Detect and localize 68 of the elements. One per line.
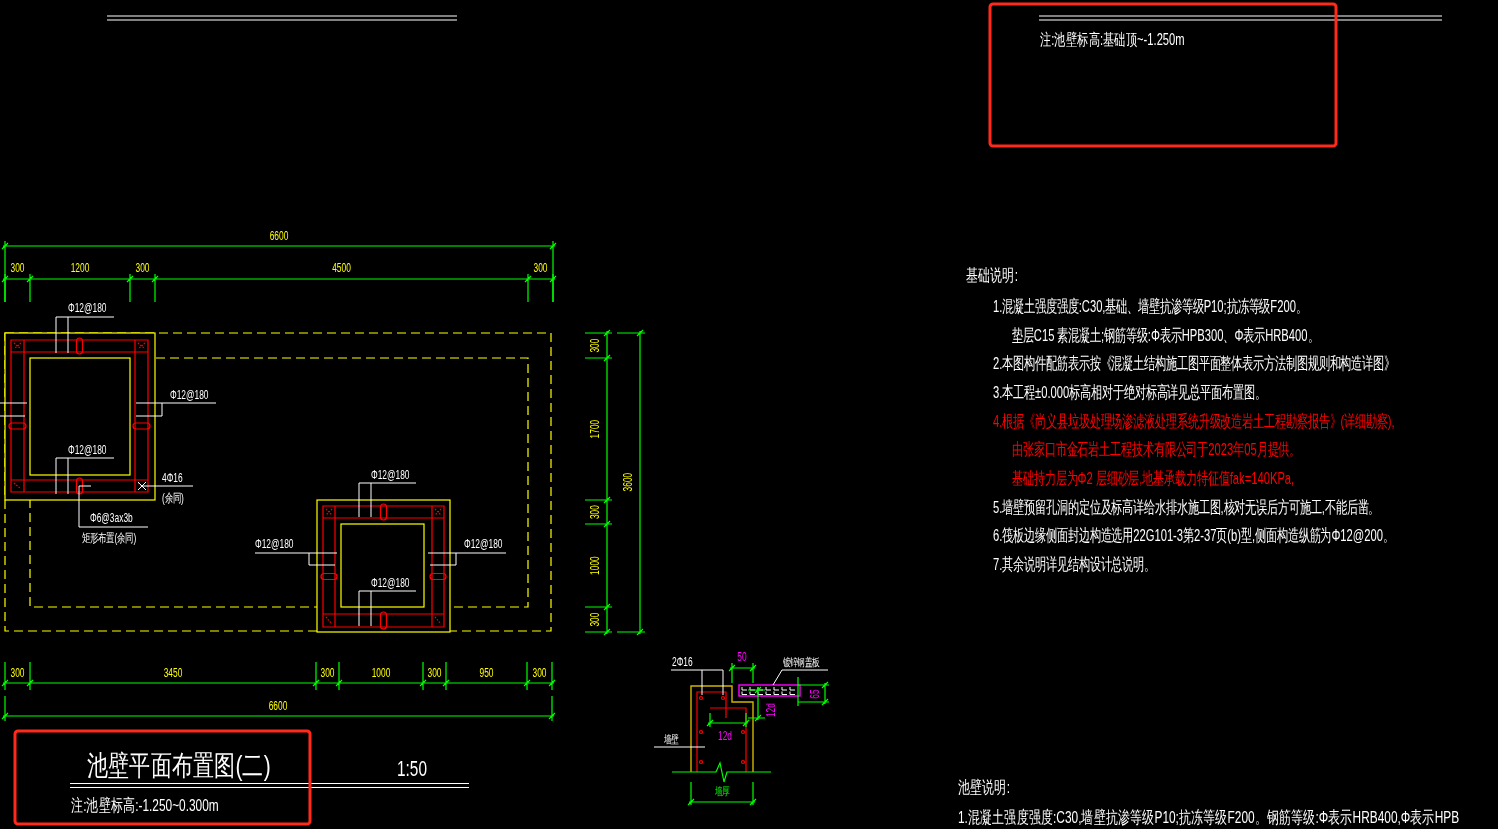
dimension-text: 12d (718, 729, 733, 743)
rebar-label: 矩形布置(余同) (82, 531, 137, 545)
note-text: 5.墙壁预留孔洞的定位及标高详给水排水施工图,核对无误后方可施工,不能后凿。 (993, 497, 1380, 517)
rebar-label: Φ12@180 (68, 301, 107, 315)
dimension-text: 3450 (163, 666, 183, 680)
dimension-text: 12d (764, 703, 778, 718)
rebar-label: Φ12@180 (371, 468, 410, 482)
dimension-text: 4500 (332, 261, 351, 275)
slab-label: 镀锌钢盖板 (782, 655, 820, 669)
note-text: 垫层C15 素混凝土;钢筋等级:Φ表示HPB300、Φ表示HRB400。 (1012, 325, 1319, 345)
dimension-text: 300 (533, 261, 548, 275)
elevation-note: 注:池壁标高:-1.250~0.300m (71, 795, 219, 815)
notes-heading: 池壁说明: (958, 777, 1010, 797)
dimension-text: 300 (10, 666, 25, 680)
rebar-label: Φ12@180 (170, 388, 209, 402)
scale-text: 1:50 (397, 755, 427, 781)
rebar-label: 4Φ16 (162, 471, 183, 485)
dimension-text: 3600 (621, 472, 635, 492)
note-text: 3.本工程±0.000标高相对于绝对标高详见总平面布置图。 (993, 382, 1266, 402)
note-text: 基础持力层为Φ2 层细砂层,地基承载力特征值fak=140KPa, (1012, 468, 1295, 488)
dimension-text: 300 (10, 261, 25, 275)
leader-line (670, 669, 724, 696)
note-text: 由张家口市金石岩土工程技术有限公司于2023年05月提供。 (1012, 440, 1301, 459)
note-text: 6.筏板边缘侧面封边构造选用22G101-3第2-37页(b)型,侧面构造纵筋为Φ12@200。 (993, 526, 1394, 546)
dimension-text: 300 (427, 666, 442, 680)
dimension-text: 1000 (588, 556, 602, 575)
note-text: 4.根据《尚义县垃圾处理场渗滤液处理系统升级改造岩土工程勘察报告》(详细勘察), (993, 411, 1395, 431)
rebar-label: Φ6@3ax3b (90, 511, 133, 525)
notes-heading: 基础说明: (966, 265, 1018, 285)
rebar-label: Φ12@180 (68, 443, 107, 457)
dimension-text: 1200 (70, 261, 90, 275)
dimension-text: 65 (808, 689, 822, 699)
leader-line (0, 402, 28, 417)
rebar-label: Φ12@180 (371, 576, 410, 590)
leader-line (653, 746, 706, 748)
rebar-label: Φ12@180 (255, 537, 294, 551)
dimension-text: 300 (532, 666, 547, 680)
dimension-line (797, 676, 830, 707)
dimension-text: 950 (479, 666, 494, 680)
leader-line (772, 669, 829, 686)
dimension-text: 300 (320, 666, 335, 680)
dimension-text: 50 (737, 650, 747, 664)
rebar-label: Φ12@180 (464, 537, 503, 551)
leader-line (358, 482, 417, 518)
dimension-text: 300 (588, 612, 602, 627)
dimension-text: 300 (588, 505, 602, 520)
dimension-text: 300 (135, 261, 150, 275)
dimension-text: 1000 (371, 666, 391, 680)
rebar-label: 2Φ16 (672, 655, 693, 669)
leader-line (55, 457, 115, 495)
elevation-note: 注:池壁标高:基础顶~-1.250m (1040, 29, 1185, 49)
note-text: 1.混凝土强度强度:C30,基础、墙壁抗渗等级P10;抗冻等级F200。 (993, 296, 1307, 316)
note-text: 2.本图构件配筋表示按《混凝土结构施工图平面整体表示方法制图规则和构造详图》 (993, 353, 1395, 373)
rebar-label: (余同) (162, 491, 184, 505)
dimension-text: 1700 (588, 419, 602, 439)
dimension-line (728, 662, 757, 684)
dimension-line (687, 781, 757, 806)
dimension-text: 300 (588, 338, 602, 353)
dimension-text: 6600 (268, 699, 288, 713)
note-text: 1.混凝土强度强度:C30,墙壁抗渗等级P10;抗冻等级F200。钢筋等级:Φ表示HRB400,Φ表示HPB (958, 807, 1460, 827)
wall-label: 墙壁 (663, 732, 679, 746)
dimension-text: 6600 (269, 229, 289, 243)
leader-line (358, 590, 417, 627)
cover-slab (738, 684, 801, 697)
drawing-title: 池壁平面布置图(二) (87, 749, 271, 781)
wall-thickness-label: 墙厚 (714, 784, 730, 798)
leader-line (55, 316, 115, 354)
note-text: 7.其余说明详见结构设计总说明。 (993, 554, 1156, 574)
